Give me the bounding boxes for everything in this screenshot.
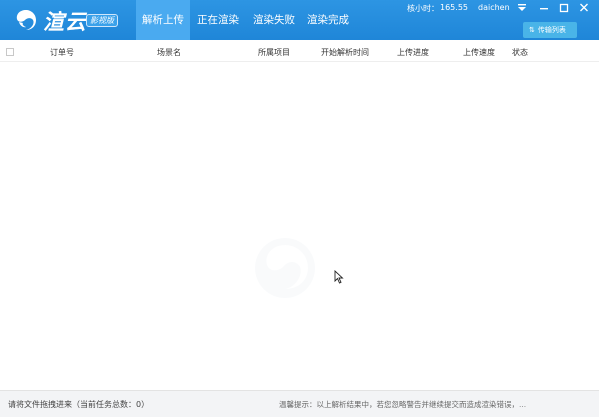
dropdown-triangle-icon[interactable] bbox=[514, 2, 530, 14]
tab-render-failed[interactable]: 渲染失败 bbox=[248, 0, 300, 40]
tip-label: 温馨提示： bbox=[279, 400, 317, 409]
task-drop-area[interactable] bbox=[0, 63, 599, 390]
transfer-list-label: 传输列表 bbox=[537, 26, 566, 34]
status-bar: 请将文件拖拽进来（当前任务总数：0） 温馨提示：以上解析结果中，若您忽略警告并继… bbox=[0, 390, 599, 417]
balance-label: 核小时： bbox=[407, 4, 439, 13]
tip-trailing: ... bbox=[519, 400, 527, 409]
column-header-upload-progress[interactable]: 上传进度 bbox=[397, 47, 429, 58]
tab-parse-upload[interactable]: 解析上传 bbox=[136, 0, 190, 40]
cloud-logo-icon bbox=[16, 10, 36, 30]
select-all-checkbox[interactable] bbox=[6, 48, 14, 56]
column-header-upload-speed[interactable]: 上传速度 bbox=[463, 47, 495, 58]
tab-render-completed[interactable]: 渲染完成 bbox=[302, 0, 354, 40]
tab-label: 渲染完成 bbox=[307, 14, 349, 26]
tip-message: 以上解析结果中，若您忽略警告并继续提交而造成渲染错误， bbox=[316, 400, 520, 409]
tab-label: 渲染失败 bbox=[253, 14, 295, 26]
transfer-list-button[interactable]: ⇅ 传输列表 bbox=[523, 22, 577, 38]
app-name: 渲云 bbox=[43, 10, 87, 34]
tab-label: 正在渲染 bbox=[197, 14, 239, 26]
transfer-arrows-icon: ⇅ bbox=[529, 26, 535, 34]
close-icon[interactable] bbox=[576, 2, 592, 14]
mouse-cursor-icon bbox=[334, 270, 344, 284]
table-header bbox=[0, 40, 599, 62]
column-header-order-id[interactable]: 订单号 bbox=[50, 47, 74, 58]
minimize-icon[interactable] bbox=[536, 2, 552, 14]
edition-badge: 影视版 bbox=[86, 14, 118, 27]
column-header-parse-start-time[interactable]: 开始解析时间 bbox=[321, 47, 369, 58]
balance-value: 165.55 bbox=[440, 3, 468, 12]
maximize-icon[interactable] bbox=[556, 2, 572, 14]
tip-text: 温馨提示：以上解析结果中，若您忽略警告并继续提交而造成渲染错误，... bbox=[279, 399, 526, 410]
drop-hint-text: 请将文件拖拽进来（当前任务总数：0） bbox=[8, 400, 150, 409]
watermark-logo-icon bbox=[255, 238, 315, 298]
app-logo: 渲云 影视版 bbox=[14, 5, 134, 35]
title-bar: 渲云 影视版 解析上传 正在渲染 渲染失败 渲染完成 核小时： 165.55 d… bbox=[0, 0, 599, 40]
column-header-status[interactable]: 状态 bbox=[512, 47, 528, 58]
column-header-scene-name[interactable]: 场景名 bbox=[157, 47, 181, 58]
tab-rendering[interactable]: 正在渲染 bbox=[192, 0, 244, 40]
username[interactable]: daichen bbox=[478, 3, 510, 12]
column-header-project[interactable]: 所属项目 bbox=[258, 47, 290, 58]
tab-label: 解析上传 bbox=[142, 14, 184, 26]
